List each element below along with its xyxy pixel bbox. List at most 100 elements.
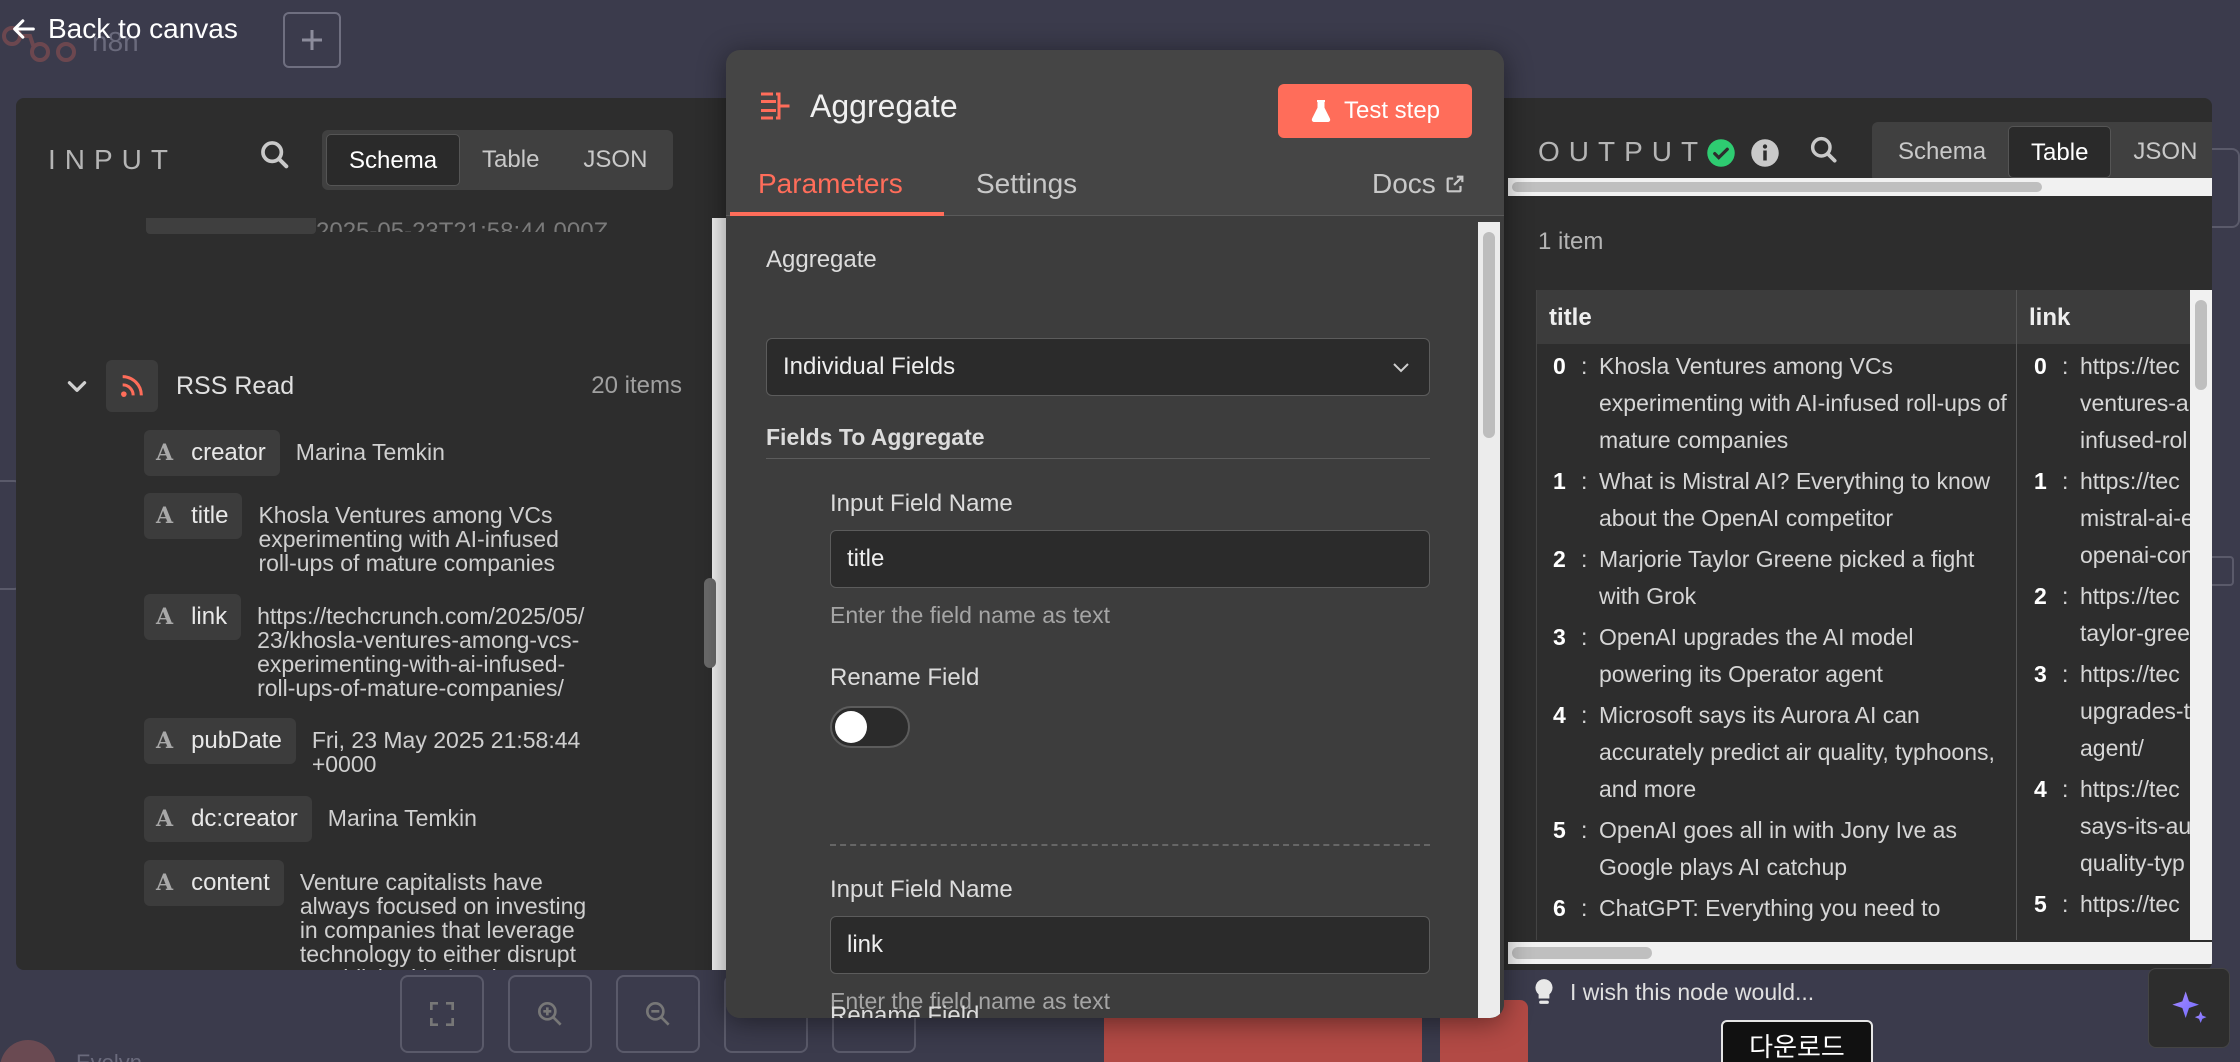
flask-icon bbox=[1311, 100, 1331, 122]
item-separator: : bbox=[1581, 353, 1588, 379]
input-panel: INPUT Schema Table JSON 2025-05-23T21:58… bbox=[16, 98, 728, 970]
item-text: OpenAI goes all in with Jony Ive as Goog… bbox=[1599, 817, 1957, 880]
output-tab-json[interactable]: JSON bbox=[2111, 126, 2212, 178]
modal-scrollbar[interactable] bbox=[1478, 222, 1500, 1018]
item-index: 3 bbox=[1553, 624, 1566, 650]
ask-ai-button[interactable] bbox=[2148, 968, 2230, 1048]
scrollbar-thumb[interactable] bbox=[1483, 232, 1495, 438]
list-item: 6: ChatGPT: Everything you need to bbox=[1537, 890, 2016, 927]
item-separator: : bbox=[1581, 546, 1588, 572]
list-item: 0: https://tec ventures-a infused-rol bbox=[2018, 348, 2212, 459]
table-cell-link[interactable]: 0: https://tec ventures-a infused-rol 1: ht… bbox=[2018, 344, 2212, 940]
scrollbar-thumb[interactable] bbox=[1512, 947, 1652, 959]
list-item: 2: https://tec taylor-gree bbox=[2018, 578, 2212, 652]
string-type-icon: A bbox=[156, 870, 174, 896]
node-settings-modal: Aggregate Test step Parameters Settings … bbox=[726, 50, 1504, 1018]
schema-field[interactable]: Adc:creator Marina Temkin bbox=[144, 796, 477, 842]
string-type-icon: A bbox=[156, 728, 174, 754]
item-text: What is Mistral AI? Everything to know a… bbox=[1599, 468, 1991, 531]
user-name: Evelyn bbox=[76, 1050, 142, 1062]
output-panel: OUTPUT Schema Table JSON 1 item title li… bbox=[1500, 98, 2212, 970]
external-link-icon bbox=[1446, 175, 1464, 193]
input-tab-json[interactable]: JSON bbox=[561, 134, 669, 186]
schema-field[interactable]: ApubDate Fri, 23 May 2025 21:58:44 +0000 bbox=[144, 718, 580, 776]
item-separator: : bbox=[2062, 353, 2069, 379]
schema-field[interactable]: Alink https://techcrunch.com/2025/05/ 23… bbox=[144, 594, 584, 700]
fields-to-aggregate-label: Fields To Aggregate bbox=[766, 424, 985, 450]
rename-field-toggle[interactable] bbox=[830, 706, 910, 748]
docs-label: Docs bbox=[1372, 168, 1436, 199]
zoom-in-button[interactable] bbox=[508, 975, 592, 1053]
list-item: 3: https://tec upgrades-t agent/ bbox=[2018, 656, 2212, 767]
item-text: OpenAI upgrades the AI model powering it… bbox=[1599, 624, 1914, 687]
schema-field[interactable]: Atitle Khosla Ventures among VCs experim… bbox=[144, 493, 559, 575]
column-header-title[interactable]: title bbox=[1537, 290, 2017, 344]
item-text: Khosla Ventures among VCs experimenting … bbox=[1599, 353, 2007, 453]
test-step-button[interactable]: Test step bbox=[1278, 84, 1472, 138]
input-panel-title: INPUT bbox=[48, 144, 177, 175]
schema-field-key[interactable]: Adc:creator bbox=[144, 796, 312, 842]
input-scrollbar[interactable] bbox=[704, 578, 716, 668]
scrollbar-thumb[interactable] bbox=[2195, 300, 2207, 390]
schema-field-key[interactable]: Acreator bbox=[144, 430, 280, 476]
modal-tabs: Parameters Settings Docs bbox=[726, 160, 1504, 216]
search-icon[interactable] bbox=[1808, 134, 1840, 166]
output-horizontal-scrollbar[interactable] bbox=[1508, 942, 2212, 964]
add-node-button[interactable] bbox=[283, 12, 341, 68]
column-header-link[interactable]: link bbox=[2017, 290, 2082, 344]
field-group-separator bbox=[830, 844, 1430, 846]
tab-settings[interactable]: Settings bbox=[976, 168, 1077, 200]
schema-field-key[interactable]: Atitle bbox=[144, 493, 243, 539]
item-index: 0 bbox=[1553, 353, 1566, 379]
check-circle-icon bbox=[1707, 139, 1735, 167]
schema-field-value: Marina Temkin bbox=[327, 805, 477, 831]
modal-title[interactable]: Aggregate bbox=[810, 88, 958, 125]
schema-field[interactable]: Acontent Venture capitalists have always… bbox=[144, 860, 605, 970]
feedback-prompt[interactable]: I wish this node would... bbox=[1532, 978, 1814, 1006]
zoom-out-button[interactable] bbox=[616, 975, 700, 1053]
output-vertical-scrollbar[interactable] bbox=[2190, 290, 2212, 940]
schema-field[interactable]: Acreator Marina Temkin bbox=[144, 430, 445, 476]
item-separator: : bbox=[1581, 895, 1588, 921]
input-tab-schema[interactable]: Schema bbox=[326, 134, 461, 186]
info-icon[interactable] bbox=[1750, 138, 1780, 168]
output-tab-table[interactable]: Table bbox=[2008, 126, 2112, 178]
list-item: 2: Marjorie Taylor Greene picked a fight … bbox=[1537, 541, 2016, 615]
list-item: 0: Khosla Ventures among VCs experimentin… bbox=[1537, 348, 2016, 459]
aggregate-select[interactable]: Individual Fields bbox=[766, 338, 1430, 396]
scrollbar-thumb[interactable] bbox=[1512, 182, 2042, 192]
table-cell-title[interactable]: 0: Khosla Ventures among VCs experimentin… bbox=[1537, 344, 2017, 940]
section-divider bbox=[766, 458, 1430, 459]
input-tab-table[interactable]: Table bbox=[460, 134, 561, 186]
item-index: 4 bbox=[1553, 702, 1566, 728]
chevron-down-icon[interactable] bbox=[62, 373, 92, 399]
schema-field-value-cut: 2025-05-23T21:58:44.000Z bbox=[316, 218, 609, 232]
item-separator: : bbox=[2062, 583, 2069, 609]
item-index: 1 bbox=[2034, 468, 2047, 494]
schema-field-key[interactable]: ApubDate bbox=[144, 718, 296, 764]
zoom-in-icon bbox=[538, 1002, 562, 1026]
schema-node-row[interactable]: RSS Read 20 items bbox=[62, 358, 682, 414]
fullscreen-icon bbox=[430, 1002, 454, 1026]
tab-parameters[interactable]: Parameters bbox=[758, 168, 903, 200]
list-item: 4: Microsoft says its Aurora AI can accur… bbox=[1537, 697, 2016, 808]
schema-field-key[interactable]: Acontent bbox=[144, 860, 284, 906]
output-item-count: 1 item bbox=[1538, 228, 1604, 255]
zoom-out-icon bbox=[646, 1002, 670, 1026]
input-field-name-input[interactable] bbox=[830, 530, 1430, 588]
schema-field-name: pubDate bbox=[191, 727, 282, 754]
schema-field-key[interactable]: Alink bbox=[144, 594, 242, 640]
test-step-label: Test step bbox=[1343, 97, 1441, 124]
back-to-canvas-button[interactable]: Back to canvas bbox=[10, 10, 238, 48]
input-field-name-input[interactable] bbox=[830, 916, 1430, 974]
schema-node-count: 20 items bbox=[591, 372, 682, 399]
search-icon[interactable] bbox=[258, 138, 292, 172]
tab-docs[interactable]: Docs bbox=[1372, 168, 1466, 200]
output-tab-schema[interactable]: Schema bbox=[1876, 126, 2008, 178]
schema-field-name: title bbox=[191, 502, 229, 529]
aggregate-select-value: Individual Fields bbox=[783, 353, 956, 380]
fit-view-button[interactable] bbox=[400, 975, 484, 1053]
schema-field-value: Venture capitalists have always focused … bbox=[299, 869, 587, 970]
output-header-scrollbar[interactable] bbox=[1508, 178, 2212, 196]
input-schema-tree[interactable]: 2025-05-23T21:58:44.000Z RSS Read 20 ite… bbox=[16, 218, 696, 970]
